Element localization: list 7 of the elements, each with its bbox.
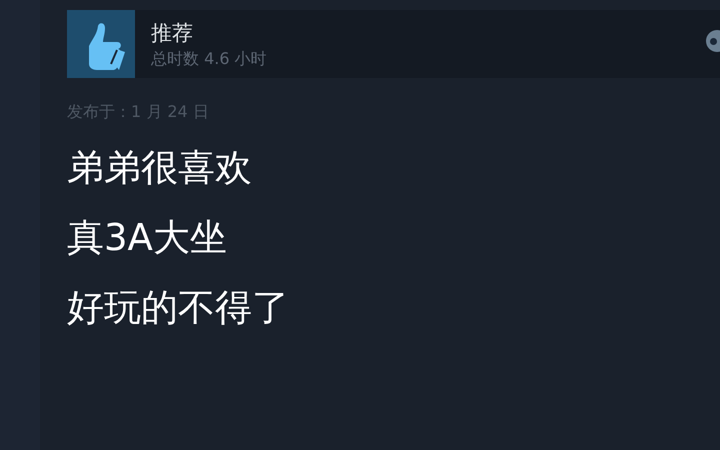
review-text: 弟弟很喜欢 <box>67 145 253 191</box>
review-text: 真3A大坐 <box>67 215 228 261</box>
verdict-title: 推荐 <box>151 20 194 46</box>
review-text: 好玩的不得了 <box>67 285 290 331</box>
thumbs-up-icon <box>67 10 135 78</box>
posted-date: 发布于：1 月 24 日 <box>67 102 210 123</box>
playtime-text: 总时数 4.6 小时 <box>151 48 267 70</box>
